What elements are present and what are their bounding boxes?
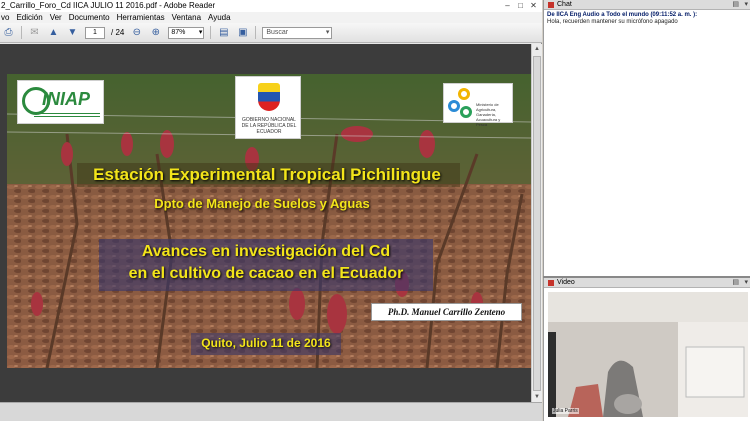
slide-title: Estación Experimental Tropical Pichiling… bbox=[93, 165, 441, 184]
scroll-down-icon[interactable]: ▼ bbox=[532, 392, 542, 402]
scrollbar-thumb[interactable] bbox=[533, 56, 541, 391]
menu-bar: vo Edición Ver Documento Herramientas Ve… bbox=[0, 12, 542, 23]
chevron-down-icon: ▾ bbox=[198, 28, 203, 36]
menu-ver[interactable]: Ver bbox=[50, 12, 62, 23]
magap-logo: Ministerio de Agricultura, Ganadería, Ac… bbox=[443, 83, 513, 127]
video-panel: Video ▤ ▾ Julia Parris bbox=[543, 278, 750, 421]
minimize-icon[interactable]: – bbox=[502, 1, 513, 10]
iniap-logo: INIAP bbox=[17, 80, 104, 124]
ecuador-government-logo: GOBIERNO NACIONAL DE LA REPÚBLICA DEL EC… bbox=[235, 76, 301, 139]
panel-options-icon[interactable]: ▾ bbox=[744, 1, 748, 9]
search-input[interactable]: Buscar ▾ bbox=[262, 26, 333, 39]
chevron-down-icon: ▾ bbox=[325, 28, 330, 36]
slide-headline-line2: en el cultivo de cacao en el Ecuador bbox=[128, 265, 404, 282]
zoom-value: 87% bbox=[171, 28, 186, 36]
next-page-icon[interactable]: ▼ bbox=[66, 26, 79, 39]
scroll-up-icon[interactable]: ▲ bbox=[532, 44, 542, 54]
vertical-scrollbar[interactable]: ▲ ▼ bbox=[531, 44, 542, 402]
chat-panel: Chat ▤ ▾ De IICA Eng Audio a Todo el mun… bbox=[543, 0, 750, 276]
reader-toolbar: ⎙ ✉ ▲ ▼ / 24 ⊖ ⊕ 87% ▾ ▤ ▣ Buscar ▾ bbox=[0, 23, 542, 43]
video-feed[interactable]: Julia Parris bbox=[548, 292, 748, 417]
chat-panel-header: Chat ▤ ▾ bbox=[544, 0, 750, 10]
menu-herramientas[interactable]: Herramientas bbox=[117, 12, 165, 23]
video-panel-header: Video ▤ ▾ bbox=[544, 278, 750, 288]
window-titlebar: 2_Carrillo_Foro_Cd IICA JULIO 11 2016.pd… bbox=[0, 0, 542, 12]
slide-headline-line1: Avances en investigación del Cd bbox=[141, 243, 391, 260]
panel-menu-icon[interactable]: ▤ bbox=[732, 279, 739, 287]
zoom-in-icon[interactable]: ⊕ bbox=[149, 26, 162, 39]
search-placeholder: Buscar bbox=[266, 28, 289, 36]
menu-archivo[interactable]: vo bbox=[1, 12, 9, 23]
chat-message-header: De IICA Eng Audio a Todo el mundo (09:11… bbox=[547, 12, 698, 18]
panel-menu-icon[interactable]: ▤ bbox=[732, 1, 739, 9]
slide-subtitle: Dpto de Manejo de Suelos y Aguas bbox=[154, 196, 370, 211]
page-total: / 24 bbox=[111, 28, 125, 37]
close-icon[interactable]: ✕ bbox=[528, 1, 539, 10]
panel-options-icon[interactable]: ▾ bbox=[744, 279, 748, 287]
slide-author: Ph.D. Manuel Carrillo Zenteno bbox=[371, 303, 522, 321]
video-icon bbox=[548, 280, 554, 286]
prev-page-icon[interactable]: ▲ bbox=[47, 26, 60, 39]
print-icon[interactable]: ⎙ bbox=[2, 26, 15, 39]
screen: 2_Carrillo_Foro_Cd IICA JULIO 11 2016.pd… bbox=[0, 0, 750, 421]
menu-edicion[interactable]: Edición bbox=[16, 12, 42, 23]
pdf-slide: INIAP GOBIERNO NACIONAL DE LA REPÚBLICA … bbox=[7, 74, 531, 368]
zoom-select[interactable]: 87% ▾ bbox=[168, 26, 205, 39]
window-title: 2_Carrillo_Foro_Cd IICA JULIO 11 2016.pd… bbox=[1, 1, 216, 10]
status-bar bbox=[0, 402, 542, 421]
chat-message-text: Hola, recuerden mantener su micrófono ap… bbox=[547, 19, 678, 25]
fit-page-icon[interactable]: ▤ bbox=[217, 26, 230, 39]
menu-documento[interactable]: Documento bbox=[69, 12, 110, 23]
page-number-input[interactable] bbox=[85, 26, 105, 39]
toolbar-divider bbox=[210, 26, 212, 39]
chat-title: Chat bbox=[557, 1, 572, 8]
maximize-icon[interactable]: □ bbox=[515, 1, 526, 10]
menu-ventana[interactable]: Ventana bbox=[172, 12, 201, 23]
toolbar-divider bbox=[255, 26, 257, 39]
pdf-reader-window: 2_Carrillo_Foro_Cd IICA JULIO 11 2016.pd… bbox=[0, 0, 542, 421]
chat-icon bbox=[548, 2, 554, 8]
fullscreen-icon[interactable]: ▣ bbox=[236, 26, 249, 39]
email-icon[interactable]: ✉ bbox=[28, 26, 41, 39]
coat-of-arms-icon bbox=[258, 83, 280, 111]
webcam-image bbox=[548, 292, 748, 417]
menu-ayuda[interactable]: Ayuda bbox=[208, 12, 231, 23]
video-title: Video bbox=[557, 279, 575, 286]
toolbar-divider bbox=[21, 26, 22, 39]
zoom-out-icon[interactable]: ⊖ bbox=[130, 26, 143, 39]
slide-headline: Avances en investigación del Cd en el cu… bbox=[99, 241, 433, 285]
slide-date: Quito, Julio 11 de 2016 bbox=[201, 336, 331, 350]
participant-name: Julia Parris bbox=[552, 408, 579, 414]
